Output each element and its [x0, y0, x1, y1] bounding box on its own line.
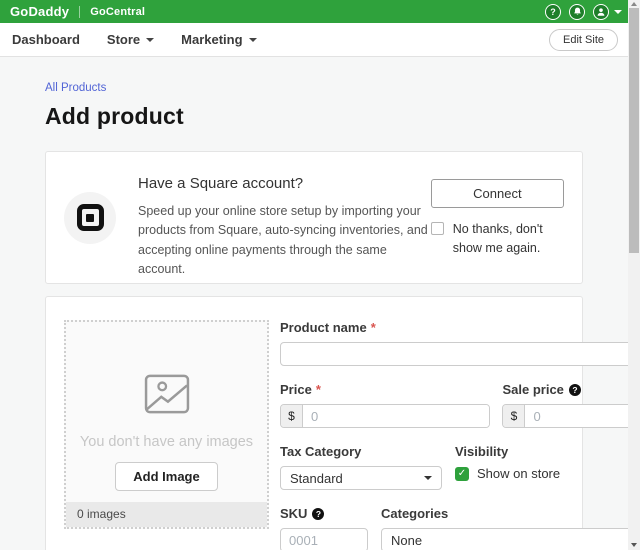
show-on-store-checkbox[interactable]: ✓ [455, 466, 469, 481]
categories-select[interactable]: None [381, 528, 640, 550]
visibility-label: Visibility [455, 444, 509, 459]
help-icon[interactable]: ? [545, 3, 561, 20]
square-card-heading: Have a Square account? [138, 175, 304, 192]
nav-item-marketing[interactable]: Marketing [181, 32, 257, 47]
top-app-bar: GoDaddy GoCentral ? [0, 0, 640, 23]
connect-button[interactable]: Connect [430, 179, 564, 208]
topbar-divider [79, 5, 81, 18]
no-images-text: You don't have any images [79, 434, 254, 450]
chevron-down-icon [146, 38, 155, 42]
edit-site-button[interactable]: Edit Site [549, 28, 618, 51]
user-icon[interactable] [593, 3, 609, 20]
sale-price-label: Sale price ? [502, 382, 640, 397]
image-placeholder-icon [144, 374, 189, 414]
account-caret-down-icon[interactable] [614, 9, 622, 14]
show-on-store-label[interactable]: Show on store [477, 466, 560, 481]
page-content: All Products Add product Have a Square a… [0, 57, 640, 550]
page-title: Add product [45, 103, 184, 129]
dismiss-checkbox-label[interactable]: No thanks, don't show me again. [453, 220, 564, 258]
godaddy-logo[interactable]: GoDaddy [10, 4, 69, 19]
breadcrumb-all-products[interactable]: All Products [45, 82, 106, 94]
tax-category-label: Tax Category [280, 444, 362, 459]
bell-icon[interactable] [569, 3, 585, 20]
main-nav: Dashboard Store Marketing Edit Site [0, 23, 640, 57]
product-form-card: You don't have any images Add Image 0 im… [45, 296, 640, 550]
square-promo-card: Have a Square account? Speed up your onl… [45, 151, 583, 284]
required-asterisk: * [315, 382, 321, 397]
product-name-label: Product name * [280, 320, 376, 335]
image-count-label: 0 images [66, 502, 267, 527]
sku-input[interactable] [280, 528, 368, 550]
square-card-body: Speed up your online store setup by impo… [138, 204, 428, 277]
chevron-down-icon [248, 38, 257, 42]
price-label: Price * [280, 382, 321, 397]
product-name-input[interactable] [280, 342, 640, 366]
nav-item-dashboard[interactable]: Dashboard [12, 32, 80, 47]
add-image-button[interactable]: Add Image [115, 462, 218, 491]
sale-price-input[interactable] [525, 405, 640, 427]
scrollbar-thumb[interactable] [629, 8, 639, 253]
scroll-up-arrow-icon[interactable] [631, 2, 637, 6]
nav-item-store[interactable]: Store [107, 32, 155, 47]
price-input[interactable] [303, 405, 489, 427]
categories-label: Categories [381, 506, 449, 521]
tax-category-select[interactable]: Standard [280, 466, 442, 490]
currency-prefix: $ [503, 405, 526, 427]
help-icon[interactable]: ? [312, 507, 325, 520]
required-asterisk: * [370, 320, 376, 335]
product-images-panel: You don't have any images Add Image 0 im… [64, 320, 269, 529]
gocentral-label: GoCentral [90, 5, 146, 18]
dismiss-checkbox[interactable] [430, 222, 444, 235]
chevron-down-icon [424, 476, 432, 480]
scroll-down-arrow-icon[interactable] [631, 543, 637, 547]
sku-label: SKU ? [280, 506, 368, 521]
help-icon[interactable]: ? [568, 383, 581, 396]
square-logo-icon [64, 191, 116, 244]
vertical-scrollbar[interactable] [628, 0, 640, 550]
currency-prefix: $ [281, 405, 303, 427]
